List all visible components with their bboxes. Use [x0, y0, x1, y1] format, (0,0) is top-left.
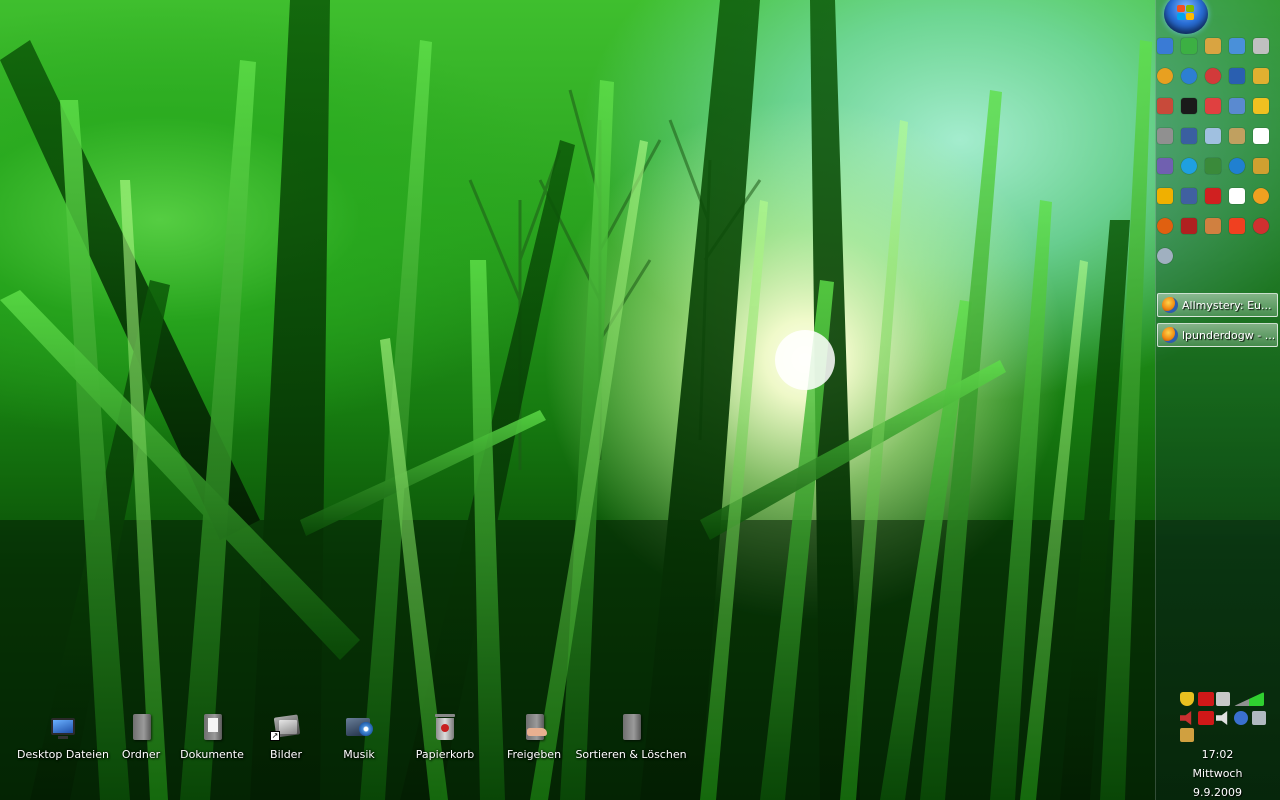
quicklaunch-icon[interactable]	[1157, 158, 1173, 174]
folder-icon	[126, 712, 156, 742]
clock-time[interactable]: 17:02	[1157, 748, 1278, 761]
folder-icon	[616, 712, 646, 742]
music-folder-icon	[344, 712, 374, 742]
firefox-icon[interactable]	[1157, 218, 1173, 234]
wireless-icon[interactable]	[1234, 711, 1248, 725]
desktop-icon-label: Sortieren & Löschen	[575, 748, 687, 761]
grass-blades	[0, 0, 1280, 800]
windows-flag-icon	[1177, 5, 1195, 21]
document-folder-icon	[197, 712, 227, 742]
quicklaunch-icon[interactable]	[1253, 68, 1269, 84]
desktop-icon-freigeben[interactable]: Freigeben	[489, 712, 579, 772]
firefox-icon	[1162, 327, 1178, 343]
desktop-icon-papierkorb[interactable]: Papierkorb	[400, 712, 490, 772]
quicklaunch-icon[interactable]	[1181, 38, 1197, 54]
quicklaunch-icon[interactable]	[1229, 68, 1245, 84]
quicklaunch-icon[interactable]	[1205, 218, 1221, 234]
desktop-icon-label: Freigeben	[506, 748, 562, 761]
network-disconnected-icon[interactable]	[1216, 692, 1230, 706]
desktop-icon-label: Musik	[343, 748, 375, 761]
quicklaunch-icon[interactable]	[1229, 98, 1245, 114]
gear-icon[interactable]	[1157, 248, 1173, 264]
quicklaunch-icon[interactable]	[1205, 158, 1221, 174]
skype-icon[interactable]	[1181, 158, 1197, 174]
tools-icon[interactable]	[1180, 728, 1194, 742]
desktop-icon-desktop-dateien[interactable]: Desktop Dateien	[17, 712, 109, 772]
taskbar-button-allmystery[interactable]: Allmystery: Eu...	[1157, 293, 1278, 317]
display-icon[interactable]	[1252, 711, 1266, 725]
taskbar-button-title: Allmystery: Eu...	[1182, 298, 1272, 312]
avira-icon[interactable]	[1205, 188, 1221, 204]
quicklaunch-icon[interactable]	[1181, 128, 1197, 144]
quicklaunch-icon[interactable]	[1229, 158, 1245, 174]
avira-icon[interactable]	[1198, 711, 1214, 725]
quicklaunch-icon[interactable]	[1229, 188, 1245, 204]
recycle-bin-icon	[430, 712, 460, 742]
quicklaunch-icon[interactable]	[1229, 128, 1245, 144]
quicklaunch-icon[interactable]	[1205, 98, 1221, 114]
pictures-folder-icon: ↗	[270, 712, 301, 742]
desktop-icon-label: Bilder	[270, 748, 302, 761]
quicklaunch-icon[interactable]	[1253, 218, 1269, 234]
monitor-icon	[48, 712, 78, 742]
quicklaunch-icon[interactable]	[1229, 38, 1245, 54]
vertical-taskbar	[1155, 0, 1280, 800]
media-player-icon[interactable]	[1157, 68, 1173, 84]
quicklaunch-icon[interactable]	[1205, 68, 1221, 84]
quicklaunch-icon[interactable]	[1253, 158, 1269, 174]
quicklaunch-icon[interactable]	[1253, 188, 1269, 204]
quicklaunch-icon[interactable]	[1157, 38, 1173, 54]
clock-date: 9.9.2009	[1193, 786, 1242, 799]
desktop-icon-label: Dokumente	[180, 748, 244, 761]
quicklaunch-icon[interactable]	[1157, 128, 1173, 144]
quicklaunch-icon[interactable]	[1181, 188, 1197, 204]
taskbar-button-lpunderdogw[interactable]: lpunderdogw - ...	[1157, 323, 1278, 347]
taskbar-button-title: lpunderdogw - ...	[1182, 328, 1276, 342]
desktop-wallpaper	[0, 0, 1280, 800]
desktop-icon-label: Papierkorb	[415, 748, 475, 761]
quicklaunch-icon[interactable]	[1181, 218, 1197, 234]
desktop-icon-sortieren-loeschen[interactable]: Sortieren & Löschen	[575, 712, 687, 772]
quicklaunch-icon[interactable]	[1205, 128, 1221, 144]
desktop-icon-label: Ordner	[121, 748, 161, 761]
quicklaunch-icon[interactable]	[1157, 188, 1173, 204]
ebay-icon[interactable]	[1253, 128, 1269, 144]
shared-folder-icon	[519, 712, 549, 742]
desktop-icon-musik[interactable]: Musik	[314, 712, 404, 772]
quicklaunch-icon[interactable]	[1157, 98, 1173, 114]
firefox-icon	[1162, 297, 1178, 313]
quicklaunch-icon[interactable]	[1181, 98, 1197, 114]
shortcut-arrow-icon: ↗	[270, 731, 280, 741]
quicklaunch-icon[interactable]	[1253, 38, 1269, 54]
quicklaunch-icon[interactable]	[1253, 98, 1269, 114]
ebay-icon[interactable]	[1229, 218, 1245, 234]
ati-icon[interactable]	[1198, 692, 1214, 706]
security-shield-icon[interactable]	[1180, 692, 1194, 706]
clock-day: Mittwoch	[1192, 767, 1243, 780]
quicklaunch-icon[interactable]	[1205, 38, 1221, 54]
internet-explorer-icon[interactable]	[1181, 68, 1197, 84]
